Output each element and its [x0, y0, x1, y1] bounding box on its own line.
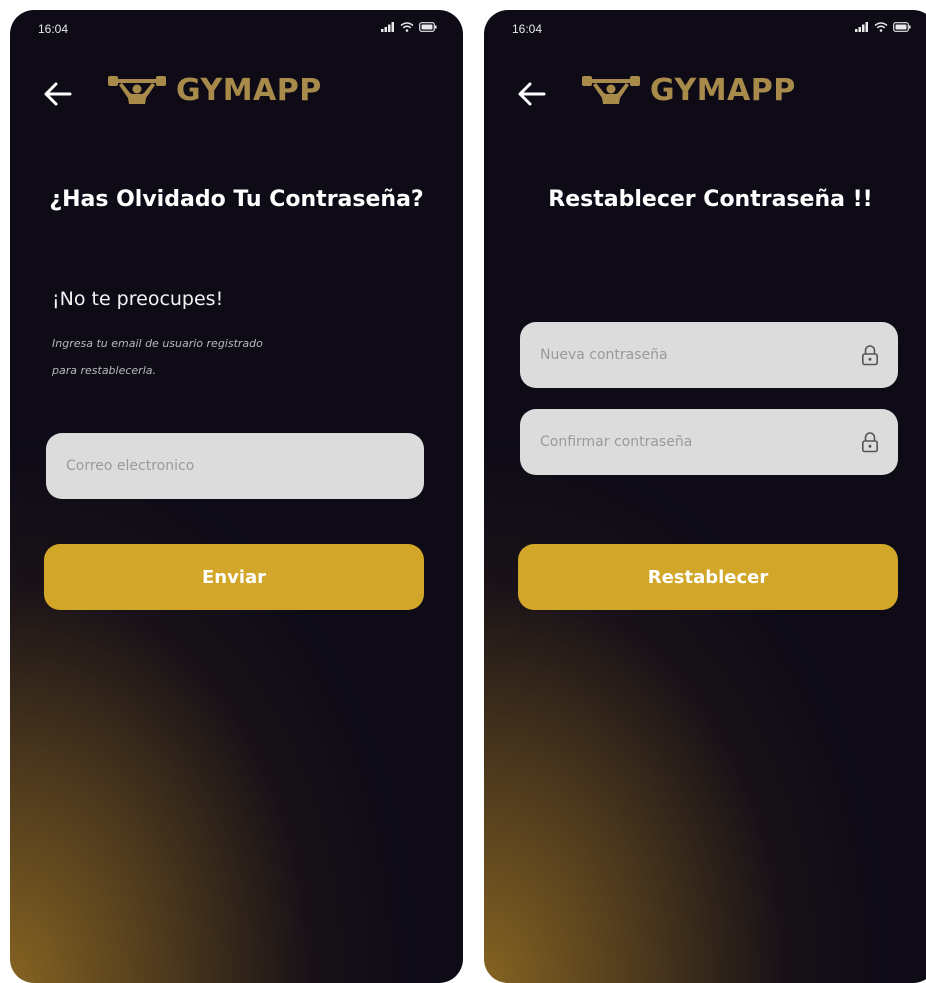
page-title: Restablecer Contraseña !!: [548, 187, 873, 212]
subtitle: ¡No te preocupes!: [52, 288, 224, 310]
confirm-password-field[interactable]: Confirmar contraseña: [520, 409, 898, 475]
helper-line: para restablecerla.: [52, 364, 156, 377]
brand-logo: GYMAPP: [108, 70, 322, 110]
status-time: 16:04: [38, 22, 69, 36]
status-time: 16:04: [512, 22, 543, 36]
brand-logo: GYMAPP: [582, 70, 796, 110]
weightlifter-icon: [582, 76, 640, 104]
page-title: ¿Has Olvidado Tu Contraseña?: [49, 187, 424, 212]
forgot-password-screen: 16:04 GYMAPP ¿Has Olvidado Tu Contraseña…: [10, 10, 463, 983]
send-button[interactable]: Enviar: [44, 544, 424, 610]
confirm-password-placeholder: Confirmar contraseña: [540, 434, 693, 450]
helper-line: Ingresa tu email de usuario registrado: [52, 337, 263, 350]
signal-icon: [381, 22, 394, 32]
wifi-icon: [874, 22, 888, 32]
weightlifter-icon: [108, 76, 166, 104]
battery-icon: [893, 22, 911, 32]
status-icons: [381, 22, 437, 32]
email-field[interactable]: Correo electronico: [46, 433, 424, 499]
lock-icon: [861, 345, 878, 366]
battery-icon: [419, 22, 437, 32]
wifi-icon: [400, 22, 414, 32]
status-icons: [855, 22, 911, 32]
email-placeholder: Correo electronico: [66, 458, 195, 474]
new-password-placeholder: Nueva contraseña: [540, 347, 668, 363]
arrow-left-icon[interactable]: [40, 76, 76, 112]
reset-password-screen: 16:04 GYMAPP Restablecer Contraseña !! N…: [484, 10, 926, 983]
arrow-left-icon[interactable]: [514, 76, 550, 112]
lock-icon: [861, 432, 878, 453]
signal-icon: [855, 22, 868, 32]
reset-button[interactable]: Restablecer: [518, 544, 898, 610]
helper-text: Ingresa tu email de usuario registrado p…: [52, 330, 352, 384]
new-password-field[interactable]: Nueva contraseña: [520, 322, 898, 388]
brand-name: GYMAPP: [650, 72, 796, 108]
brand-name: GYMAPP: [176, 72, 322, 108]
